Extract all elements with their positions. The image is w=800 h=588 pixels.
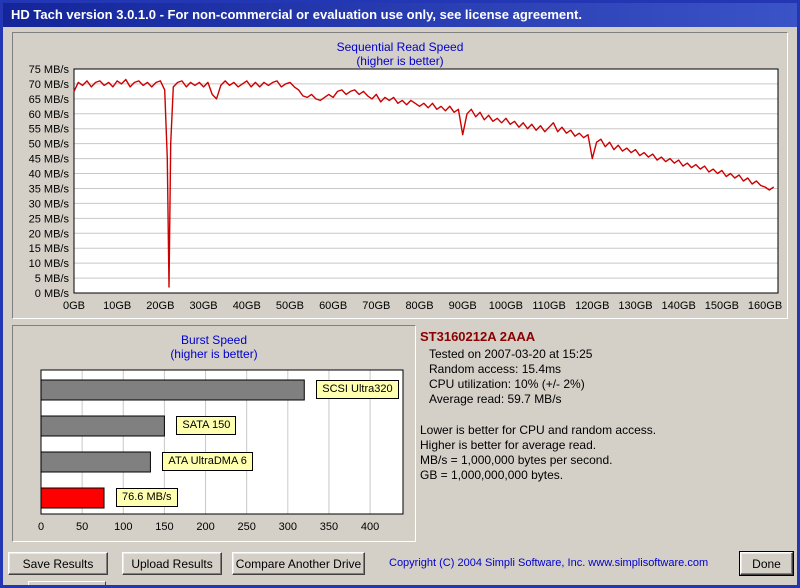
x-tick-label: 60GB (319, 300, 347, 312)
x-tick-label: 10GB (103, 300, 131, 312)
y-tick-label: 70 MB/s (29, 79, 70, 91)
y-tick-label: 55 MB/s (29, 124, 70, 136)
x-tick-label: 30GB (190, 300, 218, 312)
copyright-text: Copyright (C) 2004 Simpli Software, Inc.… (389, 557, 709, 569)
burst-bar (40, 379, 305, 401)
background-window-fragment (28, 581, 106, 585)
x-tick-label: 110GB (532, 300, 565, 312)
y-tick-label: 50 MB/s (29, 139, 70, 151)
y-tick-label: 10 MB/s (29, 258, 70, 270)
x-tick-label: 80GB (405, 300, 433, 312)
upload-results-button[interactable]: Upload Results (122, 552, 222, 575)
y-tick-label: 30 MB/s (29, 198, 70, 210)
x-tick-label: 50GB (276, 300, 304, 312)
burst-speed-panel: Burst Speed (higher is better) 0 50 100 150… (12, 325, 416, 542)
x-tick-label: 0 (38, 521, 44, 533)
x-tick-label: 200 (196, 521, 214, 533)
burst-bar (40, 487, 105, 509)
legend-note: MB/s = 1,000,000 bytes per second. (420, 453, 613, 467)
info-line: Random access: 15.4ms (429, 362, 562, 376)
info-line: Average read: 59.7 MB/s (429, 392, 562, 406)
x-tick-label: 350 (320, 521, 338, 533)
x-tick-label: 250 (238, 521, 256, 533)
legend-note: Lower is better for CPU and random acces… (420, 423, 657, 437)
drive-name: ST3160212A 2AAA (420, 329, 536, 344)
drive-info: ST3160212A 2AAA Tested on 2007-03-20 at … (420, 329, 792, 483)
x-tick-label: 150 (155, 521, 173, 533)
y-tick-label: 40 MB/s (29, 169, 70, 181)
burst-bar-label: SATA 150 (176, 416, 237, 435)
burst-bar-label: 76.6 MB/s (116, 488, 178, 507)
y-tick-label: 35 MB/s (29, 183, 70, 195)
save-results-button[interactable]: Save Results (8, 552, 108, 575)
y-tick-label: 65 MB/s (29, 94, 70, 106)
x-tick-label: 130GB (618, 300, 652, 312)
x-tick-label: 300 (279, 521, 297, 533)
drive-stats: Tested on 2007-03-20 at 15:25 Random acce… (420, 347, 792, 407)
seq-chart-title: Sequential Read Speed (336, 40, 464, 54)
y-tick-label: 75 MB/s (29, 65, 70, 76)
x-tick-label: 160GB (748, 300, 782, 312)
legend-note: Higher is better for average read. (420, 438, 597, 452)
x-tick-label: 20GB (146, 300, 174, 312)
x-tick-label: 120GB (575, 300, 609, 312)
info-line: CPU utilization: 10% (+/- 2%) (429, 377, 585, 391)
done-button[interactable]: Done (739, 551, 794, 576)
burst-speed-chart: 0 50 100 150 200 250 300 350 400 SCSI Ultra320 SA… (19, 368, 411, 538)
sequential-read-panel: Sequential Read Speed (higher is better)… (12, 32, 788, 319)
burst-bar-label: ATA UltraDMA 6 (162, 452, 253, 471)
window-title: HD Tach version 3.0.1.0 - For non-commer… (11, 7, 582, 22)
y-tick-label: 25 MB/s (29, 213, 70, 225)
burst-bar-label: SCSI Ultra320 (316, 380, 399, 399)
x-tick-label: 0GB (63, 300, 85, 312)
y-tick-label: 20 MB/s (29, 228, 70, 240)
titlebar[interactable]: HD Tach version 3.0.1.0 - For non-commer… (3, 3, 797, 27)
burst-chart-title: Burst Speed (180, 333, 248, 347)
burst-bar (40, 451, 151, 473)
info-line: Tested on 2007-03-20 at 15:25 (429, 347, 593, 361)
x-tick-label: 140GB (662, 300, 696, 312)
y-tick-label: 15 MB/s (29, 243, 70, 255)
x-tick-label: 150GB (705, 300, 739, 312)
legend-note: GB = 1,000,000,000 bytes. (420, 468, 564, 482)
y-tick-label: 45 MB/s (29, 154, 70, 166)
x-tick-label: 70GB (362, 300, 390, 312)
x-tick-label: 40GB (233, 300, 261, 312)
x-tick-label: 400 (361, 521, 379, 533)
compare-another-drive-button[interactable]: Compare Another Drive (232, 552, 365, 575)
x-tick-label: 50 (76, 521, 88, 533)
burst-bar (40, 415, 165, 437)
sequential-read-chart: 75 MB/s 70 MB/s 65 MB/s 60 MB/s 55 MB/s 50 MB… (16, 64, 786, 322)
x-tick-label: 100 (114, 521, 132, 533)
y-tick-label: 60 MB/s (29, 109, 70, 121)
y-tick-label: 0 MB/s (35, 288, 70, 300)
hdtach-window: HD Tach version 3.0.1.0 - For non-commer… (0, 0, 800, 588)
legend-notes: Lower is better for CPU and random acces… (420, 423, 792, 483)
y-tick-label: 5 MB/s (35, 273, 70, 285)
x-tick-label: 90GB (449, 300, 477, 312)
burst-chart-subtitle: (higher is better) (170, 347, 258, 361)
x-tick-label: 100GB (489, 300, 523, 312)
